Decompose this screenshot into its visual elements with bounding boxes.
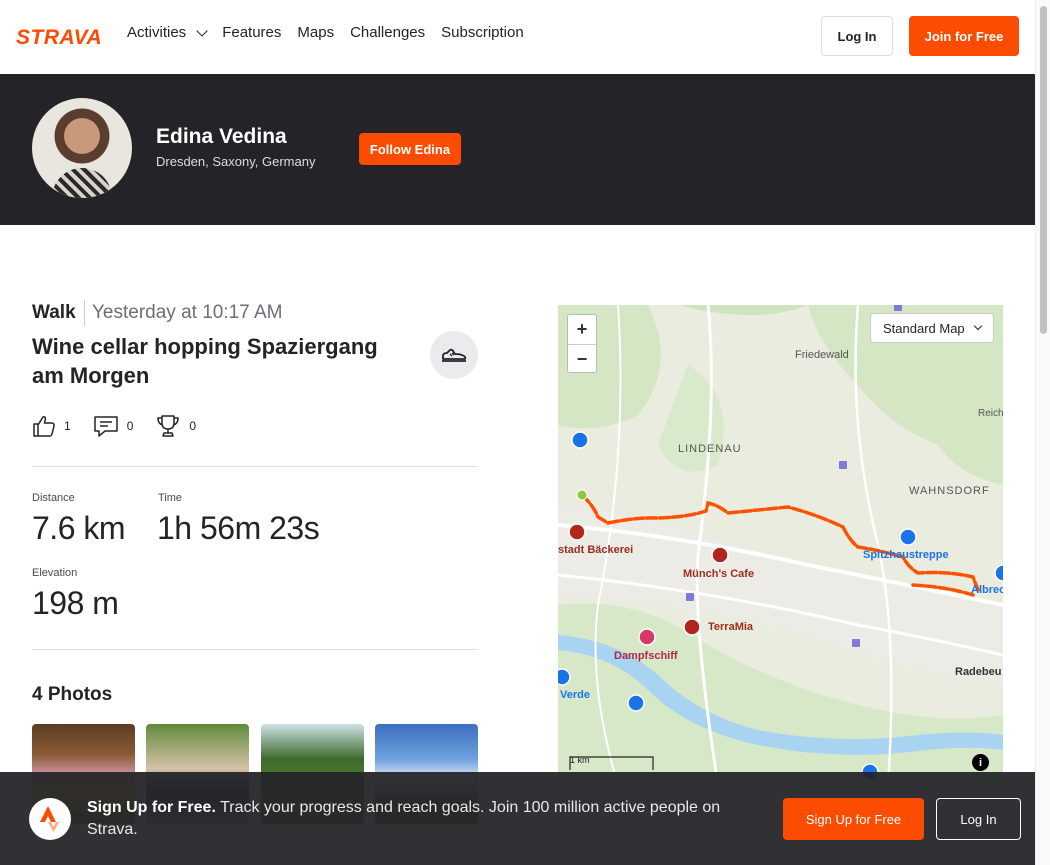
- zoom-out-button[interactable]: −: [568, 344, 596, 373]
- divider: [32, 466, 478, 467]
- zoom-controls: + −: [567, 314, 597, 373]
- follow-button[interactable]: Follow Edina: [359, 133, 461, 165]
- info-icon[interactable]: i: [972, 754, 989, 771]
- place-label: Radebeu: [955, 666, 1002, 678]
- place-label: Friedewald: [795, 349, 849, 361]
- divider: [84, 300, 85, 326]
- login-button[interactable]: Log In: [821, 16, 893, 56]
- achievements-button[interactable]: 0: [155, 413, 196, 439]
- comment-icon: [93, 416, 118, 437]
- route-map[interactable]: Friedewald LINDENAU WAHNSDORF Reich Rade…: [558, 305, 1003, 785]
- map-scale: 1 km: [570, 755, 590, 765]
- achievement-count: 0: [189, 419, 197, 433]
- athlete-header: Edina Vedina Dresden, Saxony, Germany Fo…: [0, 74, 1035, 225]
- poi-label: Münch's Cafe: [683, 568, 755, 580]
- banner-headline: Sign Up for Free.: [87, 799, 216, 816]
- nav-features[interactable]: Features: [222, 24, 281, 41]
- banner-message: Sign Up for Free. Track your progress an…: [87, 797, 747, 841]
- signup-button[interactable]: Sign Up for Free: [783, 798, 924, 840]
- poi-label: stadt Bäckerei: [558, 544, 634, 556]
- map-style-label: Standard Map: [883, 320, 965, 336]
- thumbs-up-icon: [33, 415, 55, 437]
- kudos-count: 1: [64, 419, 71, 433]
- nav-activities[interactable]: Activities: [127, 24, 208, 41]
- activity-type: Walk: [32, 302, 76, 323]
- distance-value: 7.6 km: [32, 510, 126, 546]
- strava-badge-icon: [29, 798, 71, 840]
- place-label: LINDENAU: [678, 443, 742, 455]
- poi-label: Spitzhaustreppe: [863, 549, 949, 561]
- strava-logo[interactable]: STRAVA: [16, 26, 102, 50]
- poi-label: Dampfschiff: [614, 650, 678, 662]
- athlete-name[interactable]: Edina Vedina: [156, 125, 287, 149]
- nav-challenges[interactable]: Challenges: [350, 24, 425, 41]
- activity-time: Yesterday at 10:17 AM: [92, 302, 283, 323]
- poi-label: Albrec: [971, 584, 1003, 596]
- scrollbar[interactable]: [1035, 0, 1050, 865]
- strava-chevron-icon: [40, 806, 59, 832]
- gear-shoe-button[interactable]: [430, 331, 478, 379]
- activity-page: STRAVA Activities Features Maps Challeng…: [0, 0, 1050, 865]
- elevation-label: Elevation: [32, 567, 78, 579]
- nav-links: Activities Features Maps Challenges Subs…: [127, 24, 524, 41]
- banner-login-button[interactable]: Log In: [936, 798, 1021, 840]
- activity-title: Wine cellar hopping Spaziergang am Morge…: [32, 334, 378, 388]
- chevron-down-icon: [196, 24, 208, 37]
- shoe-icon: [442, 348, 467, 362]
- zoom-in-button[interactable]: +: [568, 315, 596, 344]
- place-label: WAHNSDORF: [909, 485, 990, 497]
- trophy-icon: [157, 415, 180, 437]
- athlete-location: Dresden, Saxony, Germany: [156, 154, 316, 169]
- chevron-down-icon: [973, 321, 982, 331]
- avatar[interactable]: [32, 98, 132, 198]
- kudos-button[interactable]: 1: [32, 414, 71, 438]
- poi-label: Verde: [560, 689, 590, 701]
- join-button[interactable]: Join for Free: [909, 16, 1019, 56]
- poi-label: TerraMia: [708, 621, 754, 633]
- signup-banner: Sign Up for Free. Track your progress an…: [0, 772, 1035, 865]
- time-label: Time: [158, 492, 183, 504]
- social-bar: 1 0 0: [32, 413, 196, 439]
- nav-maps[interactable]: Maps: [297, 24, 334, 41]
- map-style-select[interactable]: Standard Map: [870, 313, 994, 343]
- top-nav: STRAVA Activities Features Maps Challeng…: [0, 0, 1035, 74]
- comments-button[interactable]: 0: [93, 414, 134, 438]
- place-label: Reich: [978, 408, 1003, 419]
- route-start-marker: [576, 489, 588, 501]
- nav-activities-label: Activities: [127, 24, 187, 41]
- scrollbar-thumb[interactable]: [1040, 6, 1047, 334]
- time-value: 1h 56m 23s: [157, 510, 320, 546]
- divider: [32, 649, 478, 650]
- elevation-value: 198 m: [32, 585, 119, 621]
- comment-count: 0: [126, 419, 134, 433]
- photos-title: 4 Photos: [32, 684, 113, 705]
- distance-label: Distance: [32, 492, 75, 504]
- nav-subscription[interactable]: Subscription: [441, 24, 524, 41]
